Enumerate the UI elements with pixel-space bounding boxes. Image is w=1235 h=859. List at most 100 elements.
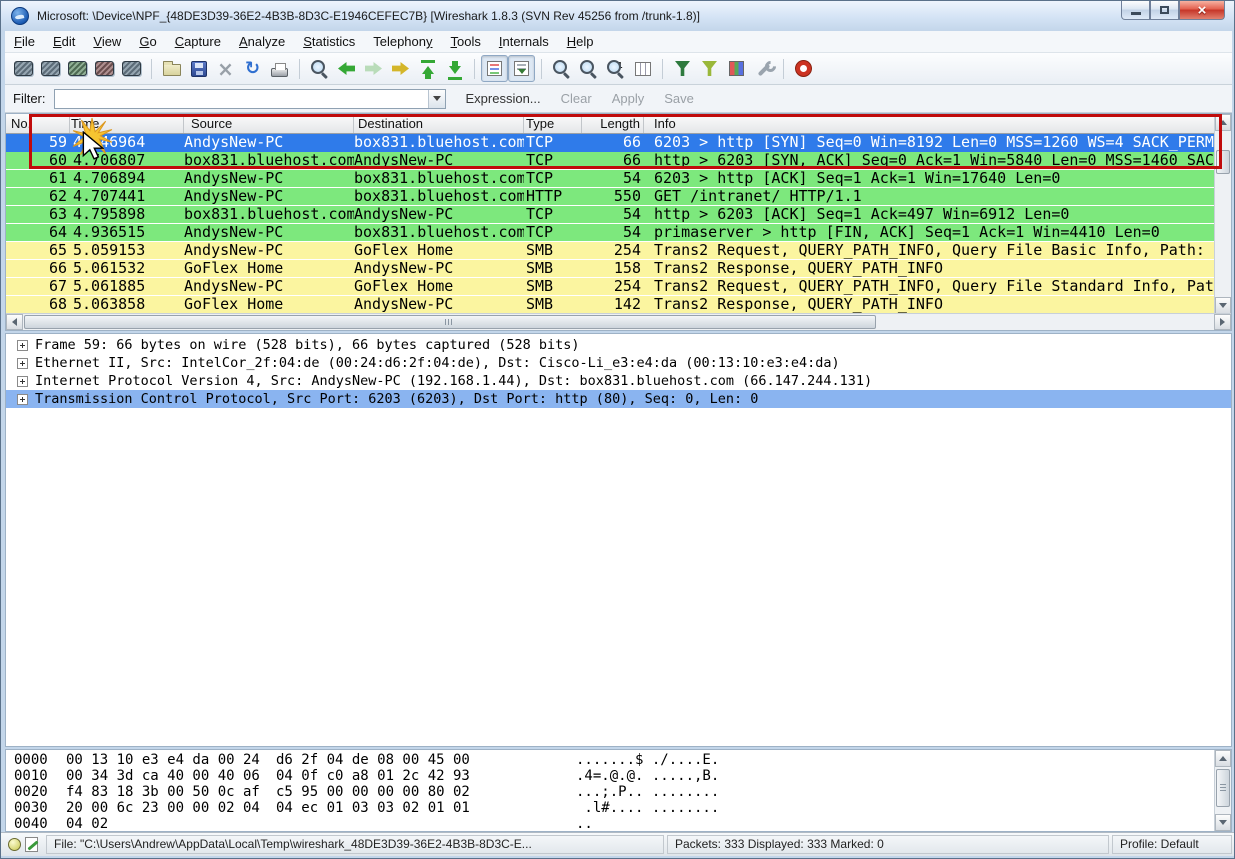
menu-tools[interactable]: Tools [442,32,490,51]
filter-dropdown-button[interactable] [428,90,445,108]
display-filter-button[interactable] [696,55,723,82]
menu-help[interactable]: Help [558,32,603,51]
main-toolbar: × ↻ +−1:1 [5,53,1232,85]
column-header-type[interactable]: Type [524,114,582,133]
scroll-left-button[interactable] [6,314,23,330]
coloring-rules-button[interactable] [723,55,750,82]
hex-vscrollbar[interactable] [1214,750,1231,831]
packet-row-62[interactable]: 624.707441AndysNew-PCbox831.bluehost.com… [6,188,1231,206]
menu-internals[interactable]: Internals [490,32,558,51]
print-button[interactable] [266,55,293,82]
packet-row-68[interactable]: 685.063858GoFlex HomeAndysNew-PCSMB142Tr… [6,296,1231,314]
interfaces-button[interactable] [10,55,37,82]
column-header-time[interactable]: Time [70,114,184,133]
scroll-thumb[interactable] [24,315,876,329]
menu-analyze[interactable]: Analyze [230,32,294,51]
packet-row-65[interactable]: 655.059153AndysNew-PCGoFlex HomeSMB254Tr… [6,242,1231,260]
open-button[interactable] [158,55,185,82]
apply-button[interactable]: Apply [602,88,655,109]
packet-row-63[interactable]: 634.795898box831.bluehost.comAndysNew-PC… [6,206,1231,224]
filter-input[interactable] [55,91,428,107]
go-bottom-button[interactable] [441,55,468,82]
cell-time: 5.063858 [70,296,184,313]
cell-destination: GoFlex Home [354,242,524,259]
scroll-up-button[interactable] [1215,114,1231,131]
help-icon [796,61,811,76]
filter-combobox [54,89,446,109]
auto-scroll-button[interactable] [508,55,535,82]
column-header-length[interactable]: Length [582,114,644,133]
expander-icon[interactable] [17,358,28,369]
packet-row-61[interactable]: 614.706894AndysNew-PCbox831.bluehost.com… [6,170,1231,188]
detail-row-frame[interactable]: Frame 59: 66 bytes on wire (528 bits), 6… [6,336,1231,354]
zoom-out-button[interactable]: − [575,55,602,82]
menu-statistics[interactable]: Statistics [294,32,364,51]
go-to-button[interactable] [387,55,414,82]
expert-info-icon[interactable] [8,838,21,851]
help-button[interactable] [790,55,817,82]
scroll-up-button[interactable] [1215,750,1231,767]
toolbar-separator [474,59,475,79]
column-header-no[interactable]: No. [6,114,70,133]
zoom-100-button[interactable]: 1:1 [602,55,629,82]
expander-icon[interactable] [17,394,28,405]
scroll-thumb[interactable] [1216,769,1230,807]
colorize-button[interactable] [481,55,508,82]
restore-button[interactable] [1150,1,1179,20]
packet-row-60[interactable]: 604.706807box831.bluehost.comAndysNew-PC… [6,152,1231,170]
column-header-destination[interactable]: Destination [354,114,524,133]
go-back-button[interactable] [333,55,360,82]
column-header-source[interactable]: Source [184,114,354,133]
reload-icon: ↻ [245,59,260,79]
column-header-info[interactable]: Info [644,114,1231,133]
capture-options-icon [41,61,60,76]
capture-comment-icon[interactable] [25,837,38,852]
cell-length: 142 [582,296,644,313]
zoom-in-button[interactable]: + [548,55,575,82]
packet-list-hscrollbar[interactable] [6,313,1231,330]
cell-source: box831.bluehost.com [184,152,354,169]
go-top-button[interactable] [414,55,441,82]
scroll-thumb[interactable] [1216,150,1230,174]
packet-row-67[interactable]: 675.061885AndysNew-PCGoFlex HomeSMB254Tr… [6,278,1231,296]
menu-telephony[interactable]: Telephony [364,32,441,51]
expander-icon[interactable] [17,340,28,351]
hex-ascii: .4=.@.@. .....,B. [576,768,719,784]
detail-row-tcp[interactable]: Transmission Control Protocol, Src Port:… [6,390,1231,408]
cell-source: AndysNew-PC [184,170,354,187]
expander-icon[interactable] [17,376,28,387]
hex-row-0030: 003020 00 6c 23 00 00 02 0404 ec 01 03 0… [6,800,1231,816]
close-button[interactable]: × [1179,1,1225,20]
clear-button[interactable]: Clear [551,88,602,109]
menu-capture[interactable]: Capture [166,32,230,51]
scroll-down-button[interactable] [1215,297,1231,314]
detail-row-ip[interactable]: Internet Protocol Version 4, Src: AndysN… [6,372,1231,390]
save-button[interactable] [185,55,212,82]
resize-columns-button[interactable] [629,55,656,82]
detail-row-ethernet[interactable]: Ethernet II, Src: IntelCor_2f:04:de (00:… [6,354,1231,372]
reload-button[interactable]: ↻ [239,55,266,82]
packet-row-64[interactable]: 644.936515AndysNew-PCbox831.bluehost.com… [6,224,1231,242]
save-button[interactable]: Save [654,88,704,109]
go-forward-button[interactable] [360,55,387,82]
menu-go[interactable]: Go [130,32,165,51]
capture-filter-button[interactable] [669,55,696,82]
menu-file[interactable]: File [5,32,44,51]
menu-edit[interactable]: Edit [44,32,84,51]
find-button[interactable] [306,55,333,82]
preferences-button[interactable] [750,55,777,82]
capture-stop-button[interactable] [91,55,118,82]
capture-start-button[interactable] [64,55,91,82]
expression-button[interactable]: Expression... [456,88,551,109]
packet-row-66[interactable]: 665.061532GoFlex HomeAndysNew-PCSMB158Tr… [6,260,1231,278]
menu-view[interactable]: View [84,32,130,51]
capture-restart-button[interactable] [118,55,145,82]
packet-list-vscrollbar[interactable] [1214,114,1231,314]
packet-row-59[interactable]: 594.646964AndysNew-PCbox831.bluehost.com… [6,134,1231,152]
capture-options-button[interactable] [37,55,64,82]
window-title: Microsoft: \Device\NPF_{48DE3D39-36E2-4B… [37,9,700,23]
minimize-button[interactable] [1121,1,1150,20]
scroll-right-button[interactable] [1214,314,1231,330]
close-button[interactable]: × [212,55,239,82]
scroll-down-button[interactable] [1215,814,1231,831]
